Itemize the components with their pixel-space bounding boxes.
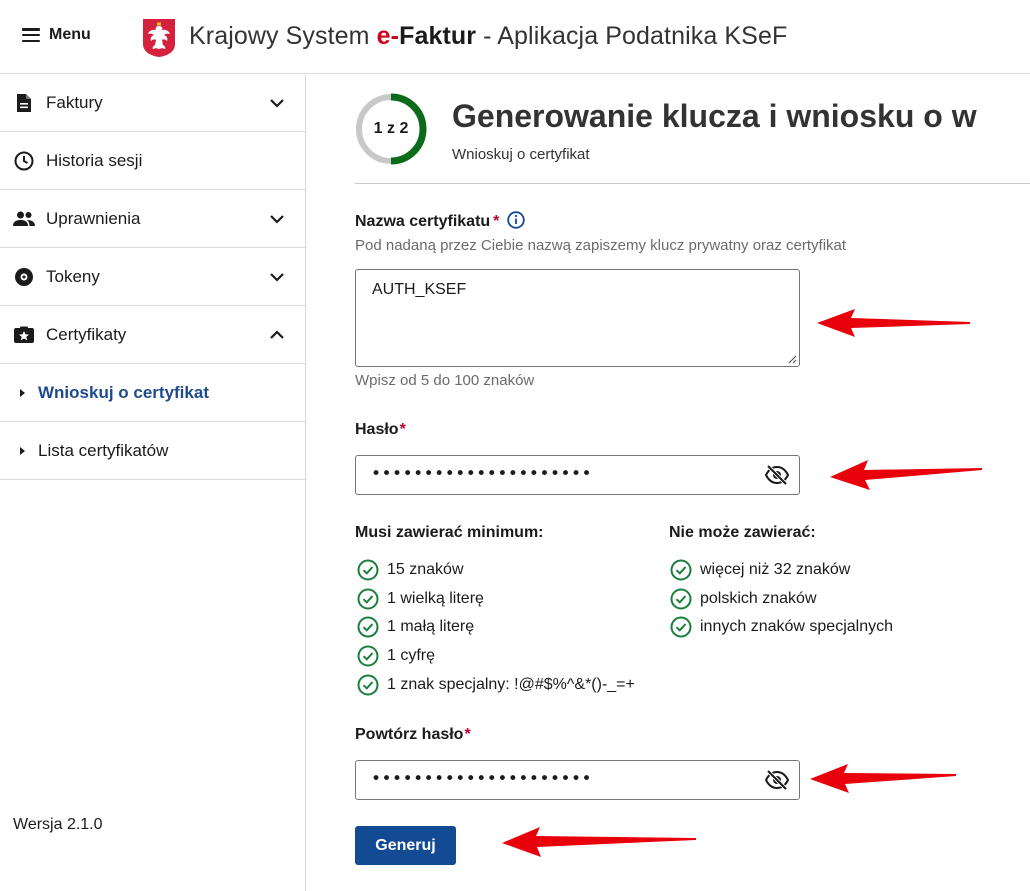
sidebar-item-label: Uprawnienia — [46, 208, 141, 228]
rule-item: 1 znak specjalny: !@#$%^&*()-_=+ — [357, 674, 635, 696]
repeat-password-label: Powtórz hasło* — [355, 726, 471, 744]
sidebar-item-label: Faktury — [46, 92, 103, 112]
cert-name-label-text: Nazwa certyfikatu — [355, 213, 491, 230]
check-circle-icon — [357, 559, 379, 581]
cert-name-hint: Pod nadaną przez Ciebie nazwą zapiszemy … — [355, 237, 847, 254]
divider — [355, 183, 1030, 184]
cert-name-textarea[interactable]: AUTH_KSEF — [355, 269, 800, 367]
rule-item: 1 małą literę — [357, 616, 474, 638]
sidebar: Faktury Historia sesji Uprawnienia Token… — [0, 74, 306, 891]
sidebar-item-uprawnienia[interactable]: Uprawnienia — [0, 190, 305, 248]
hamburger-icon — [22, 28, 40, 42]
document-icon — [13, 92, 35, 114]
sidebar-subitem-label: Wnioskuj o certyfikat — [38, 382, 209, 402]
repeat-password-label-text: Powtórz hasło — [355, 726, 464, 743]
info-icon[interactable] — [507, 211, 526, 229]
token-icon — [13, 266, 35, 288]
must-contain-title: Musi zawierać minimum: — [355, 524, 544, 541]
required-mark: * — [493, 213, 500, 230]
check-circle-icon — [670, 616, 692, 638]
password-value: ••••••••••••••••••••• — [371, 464, 593, 484]
page-title: Generowanie klucza i wniosku o w — [452, 98, 977, 134]
sidebar-item-label: Certyfikaty — [46, 324, 127, 344]
rule-text: 1 małą literę — [387, 618, 475, 635]
resize-grip-icon[interactable] — [787, 354, 797, 364]
people-icon — [13, 208, 35, 230]
annotation-arrow-icon — [817, 309, 970, 337]
app-title-prefix: Krajowy System — [189, 22, 377, 50]
password-label-text: Hasło — [355, 421, 399, 438]
check-circle-icon — [357, 674, 379, 696]
chevron-down-icon — [270, 214, 284, 224]
sidebar-subitem-lista-certyfikatow[interactable]: Lista certyfikatów — [0, 422, 305, 480]
clock-icon — [13, 150, 35, 172]
certificate-star-icon — [13, 324, 35, 346]
menu-label: Menu — [49, 26, 91, 43]
generate-button[interactable]: Generuj — [355, 826, 456, 865]
app-title-e: e- — [376, 22, 400, 50]
rule-item: 1 wielką literę — [357, 588, 484, 610]
check-circle-icon — [670, 559, 692, 581]
required-mark: * — [399, 421, 406, 438]
annotation-arrow-icon — [502, 827, 696, 857]
sidebar-item-label: Tokeny — [46, 266, 100, 286]
app-title-suffix: - Aplikacja Podatnika KSeF — [476, 22, 788, 50]
sidebar-item-certyfikaty[interactable]: Certyfikaty — [0, 306, 305, 364]
rule-item: 1 cyfrę — [357, 645, 435, 667]
cert-name-label: Nazwa certyfikatu * — [355, 211, 526, 231]
rule-item: więcej niż 32 znaków — [670, 559, 850, 581]
chevron-down-icon — [270, 272, 284, 282]
cert-name-value: AUTH_KSEF — [372, 281, 467, 298]
check-circle-icon — [357, 645, 379, 667]
page-subtitle: Wnioskuj o certyfikat — [452, 146, 590, 163]
eye-slash-icon[interactable] — [765, 464, 789, 486]
password-label: Hasło* — [355, 421, 406, 439]
menu-button[interactable]: Menu — [22, 26, 91, 44]
rule-text: innych znaków specjalnych — [700, 618, 893, 635]
rule-item: polskich znaków — [670, 588, 817, 610]
check-circle-icon — [357, 616, 379, 638]
app-title: Krajowy System e-Faktur - Aplikacja Poda… — [189, 22, 787, 51]
rule-text: 1 cyfrę — [387, 647, 436, 664]
rule-text: 15 znaków — [387, 561, 464, 578]
rule-item: innych znaków specjalnych — [670, 616, 893, 638]
rule-text: więcej niż 32 znaków — [700, 561, 851, 578]
sidebar-subitem-label: Lista certyfikatów — [38, 440, 169, 460]
repeat-password-value: ••••••••••••••••••••• — [371, 769, 593, 789]
chevron-up-icon — [270, 329, 284, 339]
polish-eagle-emblem-icon — [143, 19, 175, 57]
bullet-triangle-icon — [20, 446, 25, 455]
sidebar-subitem-wnioskuj[interactable]: Wnioskuj o certyfikat — [0, 364, 305, 422]
required-mark: * — [464, 726, 471, 743]
must-not-contain-title: Nie może zawierać: — [669, 524, 816, 541]
app-title-faktur: Faktur — [399, 22, 477, 50]
cert-name-length-hint: Wpisz od 5 do 100 znaków — [355, 372, 535, 389]
rule-text: polskich znaków — [700, 590, 817, 607]
eye-slash-icon[interactable] — [765, 769, 789, 791]
rule-text: 1 wielką literę — [387, 590, 484, 607]
rule-item: 15 znaków — [357, 559, 464, 581]
rule-text: 1 znak specjalny: !@#$%^&*()-_=+ — [387, 676, 635, 693]
step-indicator: 1 z 2 — [373, 120, 409, 137]
sidebar-item-label: Historia sesji — [46, 150, 143, 170]
password-input[interactable]: ••••••••••••••••••••• — [355, 455, 800, 495]
bullet-triangle-icon — [20, 388, 25, 397]
annotation-arrow-icon — [830, 460, 982, 490]
sidebar-item-faktury[interactable]: Faktury — [0, 74, 305, 132]
app-version: Wersja 2.1.0 — [13, 816, 103, 833]
app-header: Menu Krajowy System e-Faktur - Aplikacja… — [0, 0, 1030, 74]
repeat-password-input[interactable]: ••••••••••••••••••••• — [355, 760, 800, 800]
chevron-down-icon — [270, 98, 284, 108]
check-circle-icon — [357, 588, 379, 610]
check-circle-icon — [670, 588, 692, 610]
annotation-arrow-icon — [810, 764, 956, 793]
sidebar-item-historia-sesji[interactable]: Historia sesji — [0, 132, 305, 190]
sidebar-item-tokeny[interactable]: Tokeny — [0, 248, 305, 306]
